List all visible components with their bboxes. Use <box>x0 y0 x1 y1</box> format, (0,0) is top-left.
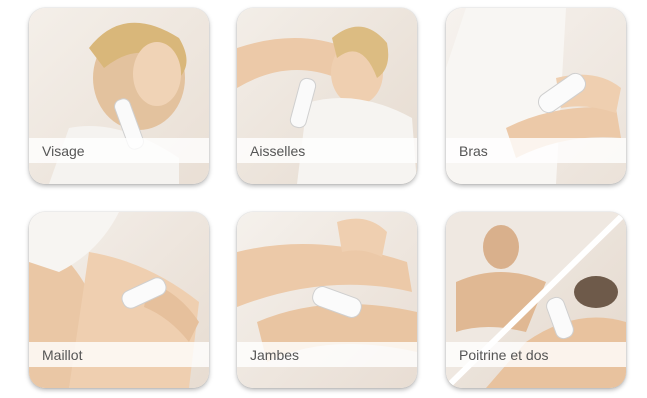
zone-tile-legs[interactable]: Jambes <box>237 212 417 388</box>
zone-label-band: Poitrine et dos <box>446 342 626 367</box>
zone-label: Poitrine et dos <box>459 346 549 363</box>
zone-label: Jambes <box>250 346 300 363</box>
body-zone-grid: Visage Aisselles Bras Maillot Jambes Poi… <box>0 0 647 398</box>
zone-tile-arms[interactable]: Bras <box>446 8 626 184</box>
zone-label-band: Maillot <box>29 342 209 367</box>
zone-label: Visage <box>42 142 85 159</box>
zone-label-band: Bras <box>446 138 626 163</box>
zone-tile-bikini[interactable]: Maillot <box>29 212 209 388</box>
zone-label: Maillot <box>42 346 83 363</box>
zone-label-band: Jambes <box>237 342 417 367</box>
zone-label: Aisselles <box>250 142 306 159</box>
zone-label-band: Visage <box>29 138 209 163</box>
zone-label: Bras <box>459 142 488 159</box>
zone-tile-face[interactable]: Visage <box>29 8 209 184</box>
zone-tile-chest-back[interactable]: Poitrine et dos <box>446 212 626 388</box>
zone-tile-underarms[interactable]: Aisselles <box>237 8 417 184</box>
zone-label-band: Aisselles <box>237 138 417 163</box>
